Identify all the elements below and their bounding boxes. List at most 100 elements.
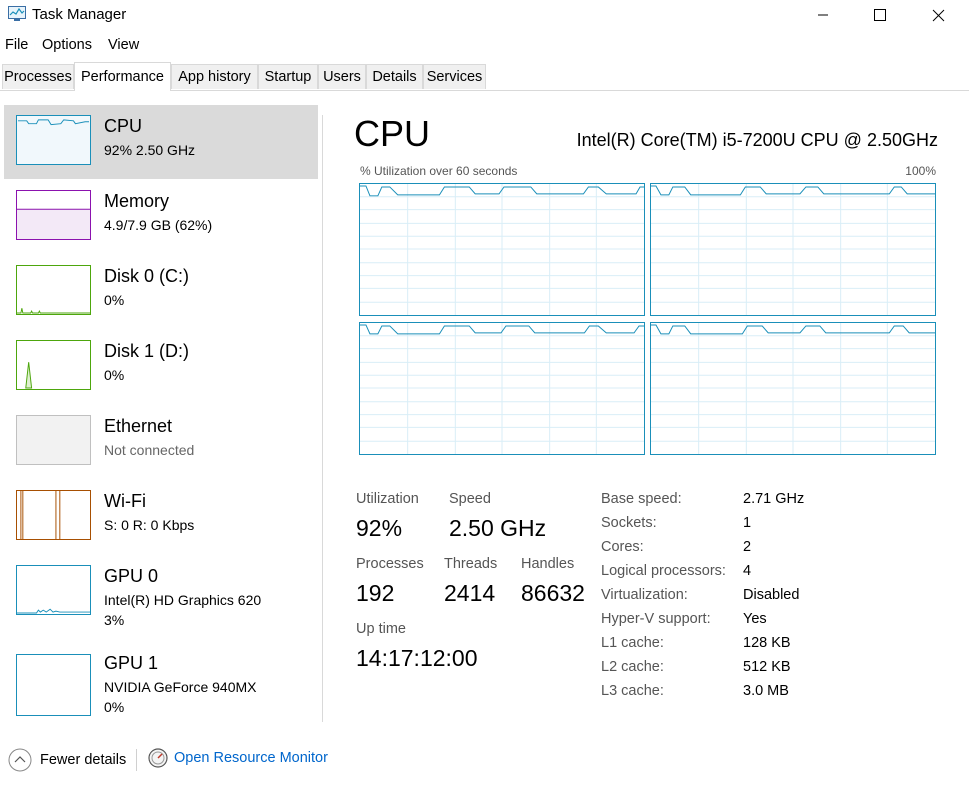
threads-value: 2414	[444, 580, 496, 606]
spec-label: L1 cache:	[601, 635, 664, 651]
spec-value: 3.0 MB	[743, 683, 789, 699]
sidebar-item-usage: 3%	[104, 612, 125, 628]
gpu-1-thumbnail	[16, 654, 91, 716]
spec-value: 512 KB	[743, 659, 791, 675]
ethernet-thumbnail	[16, 415, 91, 465]
spec-value: 4	[743, 563, 752, 579]
sidebar-item-label: Disk 0 (C:)	[104, 266, 189, 286]
maximize-button[interactable]	[857, 0, 903, 30]
sidebar-item-cpu[interactable]: CPU 92% 2.50 GHz	[4, 105, 318, 179]
sidebar-item-detail: NVIDIA GeForce 940MX	[104, 679, 257, 695]
gpu-0-thumbnail	[16, 565, 91, 615]
sidebar-item-label: CPU	[104, 116, 143, 136]
disk-0-thumbnail	[16, 265, 91, 315]
open-resource-monitor-label: Open Resource Monitor	[174, 750, 328, 766]
maximize-icon	[874, 9, 886, 21]
close-icon	[932, 9, 944, 21]
memory-thumbnail	[16, 190, 91, 240]
sidebar-item-detail: 0%	[104, 367, 125, 383]
spec-value: 1	[743, 515, 752, 531]
spec-value: 2	[743, 539, 752, 555]
spec-value: 2.71 GHz	[743, 491, 805, 507]
sidebar-item-label: GPU 1	[104, 653, 159, 673]
sidebar-item-label: Ethernet	[104, 416, 173, 436]
tab-performance[interactable]: Performance	[74, 62, 171, 91]
spec-value: 128 KB	[743, 635, 791, 651]
task-manager-icon	[8, 6, 26, 21]
sidebar-item-wifi[interactable]: Wi-Fi S: 0 R: 0 Kbps	[4, 480, 318, 554]
sidebar-item-label: Memory	[104, 191, 170, 211]
spec-label: L2 cache:	[601, 659, 664, 675]
sidebar-item-detail: Not connected	[104, 442, 195, 458]
menu-options[interactable]: Options	[42, 37, 92, 53]
window-title: Task Manager	[32, 6, 127, 23]
sidebar-item-ethernet[interactable]: Ethernet Not connected	[4, 405, 318, 479]
sidebar-item-label: Disk 1 (D:)	[104, 341, 189, 361]
sidebar-item-detail: Intel(R) HD Graphics 620	[104, 592, 262, 608]
fewer-details-button[interactable]: Fewer details	[8, 748, 126, 772]
sidebar-item-usage: 0%	[104, 699, 125, 715]
cpu-thumbnail	[16, 115, 91, 165]
sidebar-item-detail: S: 0 R: 0 Kbps	[104, 517, 195, 533]
tab-startup[interactable]: Startup	[258, 64, 318, 89]
sidebar-item-detail: 4.9/7.9 GB (62%)	[104, 217, 213, 233]
spec-label: Virtualization:	[601, 587, 688, 603]
title-bar[interactable]: Task Manager	[0, 0, 969, 30]
disk-1-thumbnail	[16, 340, 91, 390]
sidebar-divider	[322, 115, 323, 722]
footer: Fewer details Open Resource Monitor	[0, 745, 969, 775]
open-resource-monitor-link[interactable]: Open Resource Monitor	[148, 748, 328, 768]
sidebar-item-gpu-0[interactable]: GPU 0 Intel(R) HD Graphics 620 3%	[4, 555, 318, 629]
tab-services[interactable]: Services	[423, 64, 486, 89]
sidebar-item-label: GPU 0	[104, 566, 159, 586]
close-button[interactable]	[915, 0, 961, 30]
spec-label: Base speed:	[601, 491, 682, 507]
wifi-thumbnail	[16, 490, 91, 540]
graph-caption: % Utilization over 60 seconds	[360, 164, 518, 178]
spec-label: Sockets:	[601, 515, 657, 531]
sidebar-item-memory[interactable]: Memory 4.9/7.9 GB (62%)	[4, 180, 318, 254]
cpu-model: Intel(R) Core(TM) i5-7200U CPU @ 2.50GHz	[576, 130, 938, 150]
speed-label: Speed	[449, 491, 491, 507]
page-title: CPU	[354, 113, 431, 154]
uptime-label: Up time	[356, 621, 406, 637]
sidebar-item-detail: 0%	[104, 292, 125, 308]
utilization-label: Utilization	[356, 491, 419, 507]
tab-strip: Processes Performance App history Startu…	[0, 62, 969, 91]
spec-label: Cores:	[601, 539, 644, 555]
sidebar-item-label: Wi-Fi	[104, 491, 146, 511]
tab-app-history[interactable]: App history	[171, 64, 258, 89]
utilization-value: 92%	[356, 515, 403, 541]
handles-value: 86632	[521, 580, 585, 606]
graph-max-label: 100%	[905, 164, 936, 178]
spec-label: Hyper-V support:	[601, 611, 711, 627]
spec-label: Logical processors:	[601, 563, 726, 579]
cpu-graph-core-3	[650, 322, 936, 455]
spec-label: L3 cache:	[601, 683, 664, 699]
menu-file[interactable]: File	[5, 37, 28, 53]
menu-view[interactable]: View	[108, 37, 139, 53]
processes-value: 192	[356, 580, 395, 606]
minimize-button[interactable]	[800, 0, 846, 30]
minimize-icon	[818, 14, 828, 16]
resource-monitor-icon	[148, 748, 168, 768]
spec-value: Disabled	[743, 587, 800, 603]
cpu-graph-core-1	[650, 183, 936, 316]
cpu-graph-core-2	[359, 322, 645, 455]
handles-label: Handles	[521, 556, 575, 572]
tab-users[interactable]: Users	[318, 64, 366, 89]
chevron-up-icon	[8, 748, 32, 772]
uptime-value: 14:17:12:00	[356, 645, 478, 671]
sidebar-item-gpu-1[interactable]: GPU 1 NVIDIA GeForce 940MX 0%	[4, 642, 318, 716]
cpu-graph-core-0	[359, 183, 645, 316]
fewer-details-label: Fewer details	[40, 752, 127, 768]
sidebar-item-disk-0[interactable]: Disk 0 (C:) 0%	[4, 255, 318, 329]
tab-processes[interactable]: Processes	[2, 64, 74, 89]
footer-divider	[136, 749, 137, 771]
speed-value: 2.50 GHz	[449, 515, 547, 541]
tab-details[interactable]: Details	[366, 64, 423, 89]
sidebar-item-disk-1[interactable]: Disk 1 (D:) 0%	[4, 330, 318, 404]
sidebar-item-detail: 92% 2.50 GHz	[104, 142, 196, 158]
spec-value: Yes	[743, 611, 767, 627]
processes-label: Processes	[356, 556, 424, 572]
